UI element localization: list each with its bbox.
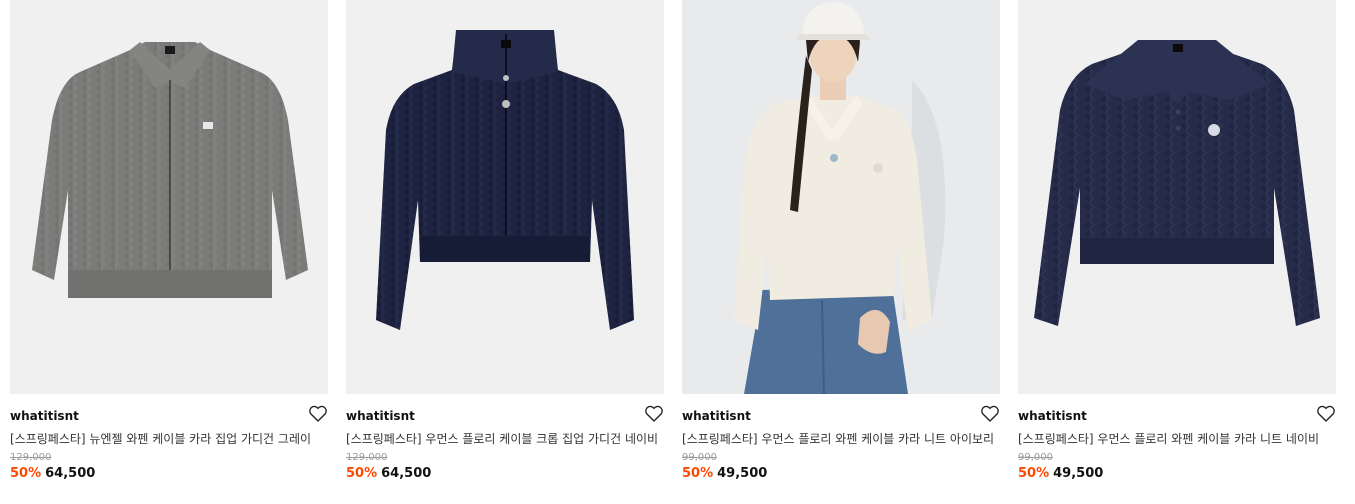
product-grid: whatitisnt [스프링페스타] 뉴엔젤 와펜 케이블 카라 집업 가디건… <box>0 0 1355 504</box>
product-image-grey-cardigan[interactable] <box>10 0 328 394</box>
original-price: 99,000 <box>1018 452 1053 463</box>
sale-price: 49,500 <box>717 466 768 481</box>
product-brand[interactable]: whatitisnt <box>10 408 328 424</box>
discount-rate: 50% <box>682 466 714 481</box>
sale-price-line: 50% 49,500 <box>1018 465 1336 483</box>
product-card[interactable]: whatitisnt [스프링페스타] 우먼스 플로리 와펜 케이블 카라 니트… <box>682 0 1000 483</box>
discount-rate: 50% <box>10 466 42 481</box>
product-info: whatitisnt [스프링페스타] 뉴엔젤 와펜 케이블 카라 집업 가디건… <box>10 394 328 483</box>
product-title[interactable]: [스프링페스타] 뉴엔젤 와펜 케이블 카라 집업 가디건 그레이 <box>10 430 328 448</box>
sale-price: 49,500 <box>1053 466 1104 481</box>
product-brand[interactable]: whatitisnt <box>682 408 1000 424</box>
product-title[interactable]: [스프링페스타] 우먼스 플로리 와펜 케이블 카라 니트 네이비 <box>1018 430 1336 448</box>
discount-rate: 50% <box>346 466 378 481</box>
original-price: 99,000 <box>682 452 717 463</box>
product-info: whatitisnt [스프링페스타] 우먼스 플로리 케이블 크롭 집업 가디… <box>346 394 664 483</box>
sale-price-line: 50% 64,500 <box>10 465 328 483</box>
product-title[interactable]: [스프링페스타] 우먼스 플로리 와펜 케이블 카라 니트 아이보리 <box>682 430 1000 448</box>
heart-outline-icon[interactable] <box>644 405 664 423</box>
original-price: 129,000 <box>10 452 52 463</box>
discount-rate: 50% <box>1018 466 1050 481</box>
sale-price-line: 50% 49,500 <box>682 465 1000 483</box>
product-image-navy-collar-knit[interactable] <box>1018 0 1336 394</box>
product-info: whatitisnt [스프링페스타] 우먼스 플로리 와펜 케이블 카라 니트… <box>1018 394 1336 483</box>
sale-price: 64,500 <box>45 466 96 481</box>
product-brand[interactable]: whatitisnt <box>1018 408 1336 424</box>
product-info: whatitisnt [스프링페스타] 우먼스 플로리 와펜 케이블 카라 니트… <box>682 394 1000 483</box>
sale-price-line: 50% 64,500 <box>346 465 664 483</box>
product-card[interactable]: whatitisnt [스프링페스타] 우먼스 플로리 케이블 크롭 집업 가디… <box>346 0 664 483</box>
heart-outline-icon[interactable] <box>308 405 328 423</box>
product-card[interactable]: whatitisnt [스프링페스타] 우먼스 플로리 와펜 케이블 카라 니트… <box>1018 0 1336 483</box>
product-image-model-ivory-knit[interactable] <box>682 0 1000 394</box>
original-price: 129,000 <box>346 452 388 463</box>
heart-outline-icon[interactable] <box>980 405 1000 423</box>
sale-price: 64,500 <box>381 466 432 481</box>
product-title[interactable]: [스프링페스타] 우먼스 플로리 케이블 크롭 집업 가디건 네이비 <box>346 430 664 448</box>
product-image-navy-crop-cardigan[interactable] <box>346 0 664 394</box>
product-brand[interactable]: whatitisnt <box>346 408 664 424</box>
product-card[interactable]: whatitisnt [스프링페스타] 뉴엔젤 와펜 케이블 카라 집업 가디건… <box>10 0 328 483</box>
heart-outline-icon[interactable] <box>1316 405 1336 423</box>
